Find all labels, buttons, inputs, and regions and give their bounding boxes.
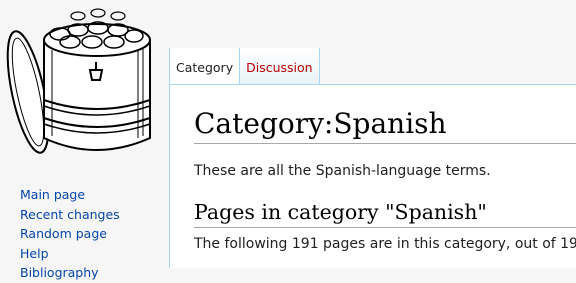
section-heading: Pages in category "Spanish" <box>194 199 576 228</box>
tab-category[interactable]: Category <box>169 48 240 84</box>
page-title: Category:Spanish <box>194 107 576 144</box>
page-count-text: The following 191 pages are in this cate… <box>194 236 576 252</box>
sidebar-item-recent-changes[interactable]: Recent changes <box>20 205 160 225</box>
sidebar-item-main-page[interactable]: Main page <box>20 185 160 205</box>
sidebar-item-help[interactable]: Help <box>20 244 160 264</box>
sidebar-item-random-page[interactable]: Random page <box>20 224 160 244</box>
category-description: These are all the Spanish-language terms… <box>194 163 491 179</box>
sidebar-item-bibliography[interactable]: Bibliography <box>20 263 160 283</box>
pot-logo-icon <box>6 8 151 154</box>
site-logo[interactable] <box>0 0 160 160</box>
content-area: Category:Spanish These are all the Spani… <box>169 84 576 268</box>
page-tabs: Category Discussion <box>169 48 320 84</box>
tab-discussion[interactable]: Discussion <box>239 48 320 84</box>
